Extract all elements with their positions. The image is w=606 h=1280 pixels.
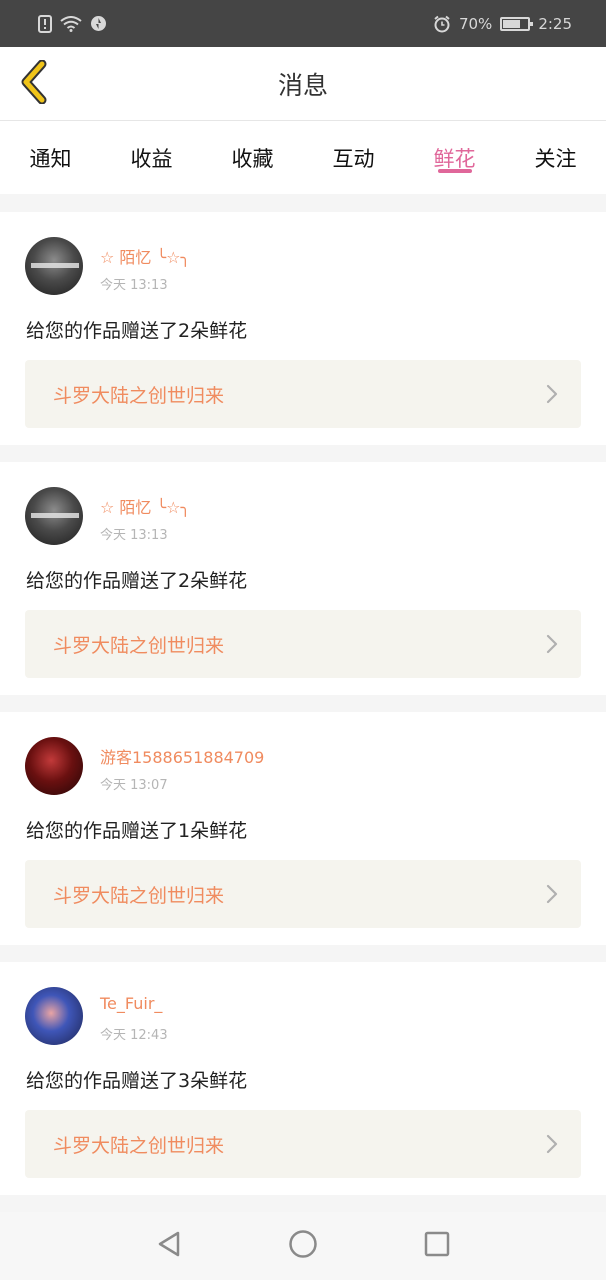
- work-link[interactable]: 斗罗大陆之创世归来: [25, 360, 581, 428]
- tab-label: 收益: [130, 146, 173, 171]
- status-bar: 70% 2:25: [0, 0, 606, 47]
- tab-label: 关注: [534, 146, 577, 171]
- recents-square-icon: [424, 1231, 450, 1261]
- battery-percent: 70%: [458, 14, 493, 33]
- notification-card: 游客1588651884709 今天 13:07 给您的作品赠送了1朵鲜花 斗罗大陆之…: [0, 712, 606, 945]
- notification-card: Te_Fuir_ 今天 12:43 给您的作品赠送了3朵鲜花 斗罗大陆之创世归来: [0, 962, 606, 1195]
- back-triangle-icon: [156, 1230, 182, 1262]
- work-link[interactable]: 斗罗大陆之创世归来: [25, 1110, 581, 1178]
- system-nav-bar: [0, 1212, 606, 1280]
- tab-follows[interactable]: 关注: [505, 121, 606, 194]
- username[interactable]: Te_Fuir_: [100, 994, 162, 1013]
- username[interactable]: ☆ 陌忆 ╰☆╮: [100, 244, 190, 268]
- tab-notifications[interactable]: 通知: [0, 121, 101, 194]
- nav-back-button[interactable]: [149, 1226, 189, 1266]
- active-tab-indicator: [437, 169, 472, 173]
- tab-earnings[interactable]: 收益: [101, 121, 202, 194]
- status-right: 70% 2:25: [433, 15, 572, 33]
- notification-message: 给您的作品赠送了1朵鲜花: [26, 820, 248, 842]
- clock-time: 2:25: [538, 14, 572, 33]
- notification-message: 给您的作品赠送了3朵鲜花: [26, 1070, 248, 1092]
- timestamp: 今天 12:43: [100, 1028, 168, 1043]
- timestamp: 今天 13:07: [100, 778, 168, 793]
- battery-icon: [500, 16, 534, 31]
- notification-card: ☆ 陌忆 ╰☆╮ 今天 13:13 给您的作品赠送了2朵鲜花 斗罗大陆之创世归来: [0, 212, 606, 445]
- alarm-icon: [433, 15, 451, 33]
- work-title: 斗罗大陆之创世归来: [53, 1134, 225, 1157]
- avatar-caption-strip: [31, 513, 79, 518]
- work-title: 斗罗大陆之创世归来: [53, 884, 225, 907]
- data-saver-icon: [90, 15, 107, 32]
- tab-label: 互动: [332, 146, 375, 171]
- chevron-right-icon: [545, 1133, 559, 1155]
- username[interactable]: 游客1588651884709: [100, 744, 264, 768]
- wifi-icon: [60, 15, 82, 32]
- avatar-caption-strip: [31, 263, 79, 268]
- home-circle-icon: [288, 1229, 318, 1263]
- timestamp: 今天 13:13: [100, 528, 168, 543]
- work-title: 斗罗大陆之创世归来: [53, 634, 225, 657]
- avatar[interactable]: [25, 237, 83, 295]
- work-link[interactable]: 斗罗大陆之创世归来: [25, 610, 581, 678]
- tab-interactions[interactable]: 互动: [303, 121, 404, 194]
- tab-flowers[interactable]: 鲜花: [404, 121, 505, 194]
- tab-label: 收藏: [231, 146, 274, 171]
- sim-alert-icon: [38, 14, 52, 33]
- avatar[interactable]: [25, 987, 83, 1045]
- chevron-right-icon: [545, 383, 559, 405]
- status-left: [38, 14, 107, 33]
- nav-recents-button[interactable]: [417, 1226, 457, 1266]
- notification-list: ☆ 陌忆 ╰☆╮ 今天 13:13 给您的作品赠送了2朵鲜花 斗罗大陆之创世归来 ☆ 陌…: [0, 212, 606, 1212]
- avatar[interactable]: [25, 487, 83, 545]
- battery-level-fill: [503, 19, 521, 28]
- avatar[interactable]: [25, 737, 83, 795]
- chevron-right-icon: [545, 633, 559, 655]
- chevron-right-icon: [545, 883, 559, 905]
- notification-message: 给您的作品赠送了2朵鲜花: [26, 570, 248, 592]
- notification-message: 给您的作品赠送了2朵鲜花: [26, 320, 248, 342]
- tab-label: 通知: [29, 146, 72, 171]
- tab-label: 鲜花: [433, 146, 476, 171]
- work-title: 斗罗大陆之创世归来: [53, 384, 225, 407]
- timestamp: 今天 13:13: [100, 278, 168, 293]
- username[interactable]: ☆ 陌忆 ╰☆╮: [100, 494, 190, 518]
- tab-bar: 通知 收益 收藏 互动 鲜花 关注: [0, 121, 606, 194]
- app-header: 消息: [0, 47, 606, 121]
- nav-home-button[interactable]: [283, 1226, 323, 1266]
- page-title: 消息: [277, 71, 328, 100]
- work-link[interactable]: 斗罗大陆之创世归来: [25, 860, 581, 928]
- notification-card: ☆ 陌忆 ╰☆╮ 今天 13:13 给您的作品赠送了2朵鲜花 斗罗大陆之创世归来: [0, 462, 606, 695]
- tab-favorites[interactable]: 收藏: [202, 121, 303, 194]
